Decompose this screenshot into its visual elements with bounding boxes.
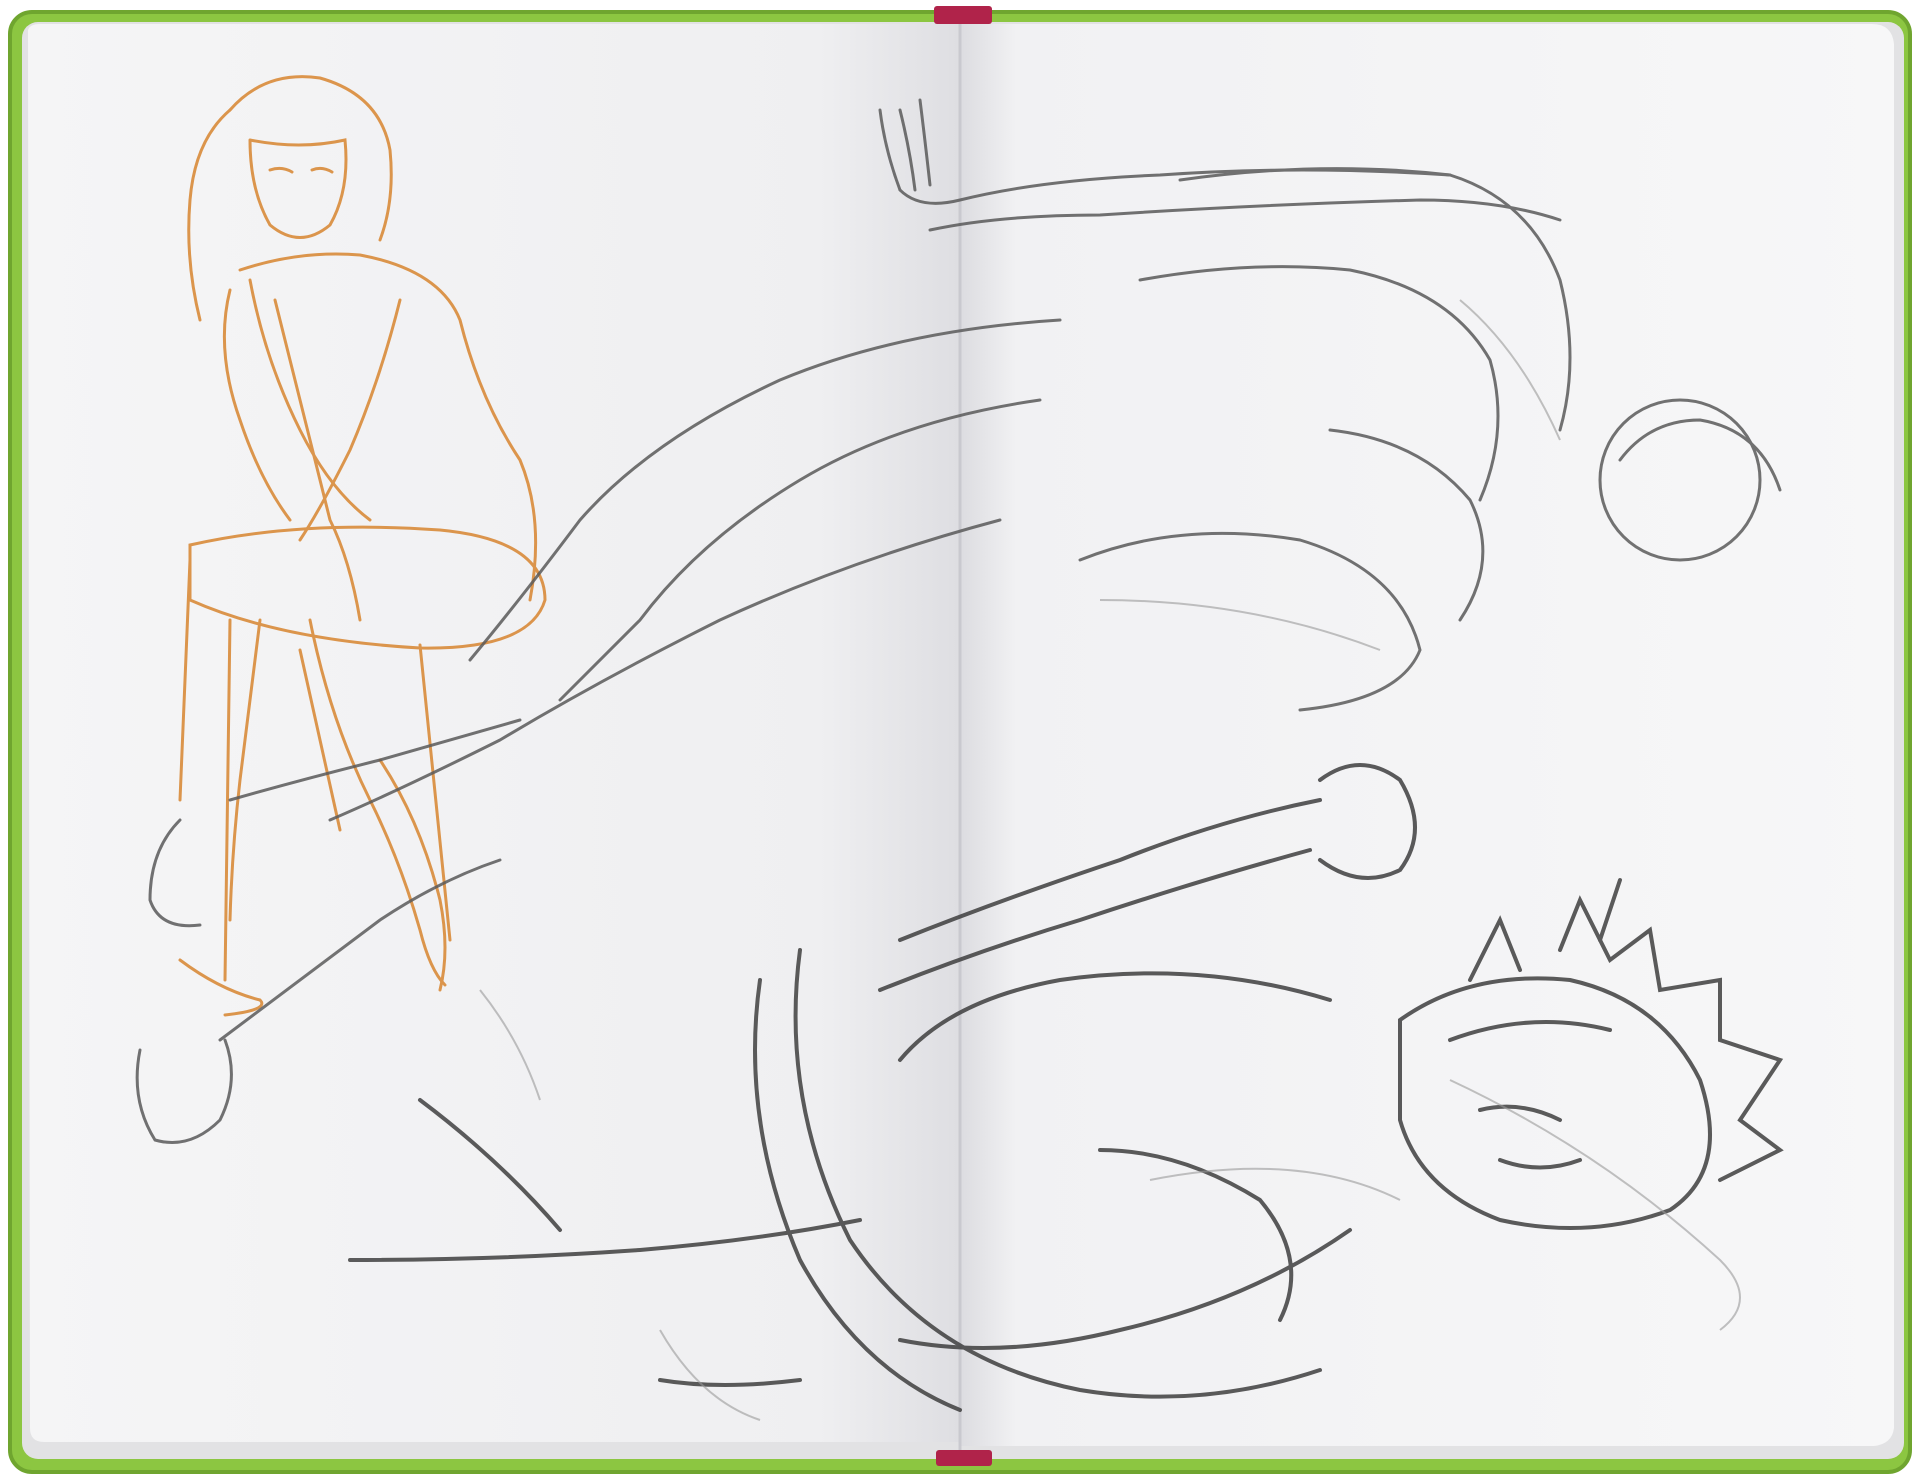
- right-page: [960, 24, 1894, 1446]
- sketchbook-scene: [0, 0, 1920, 1479]
- bookmark-ribbon-top: [934, 6, 992, 24]
- bookmark-ribbon-bottom: [936, 1450, 992, 1466]
- sketchbook-illustration: [8, 6, 1912, 1474]
